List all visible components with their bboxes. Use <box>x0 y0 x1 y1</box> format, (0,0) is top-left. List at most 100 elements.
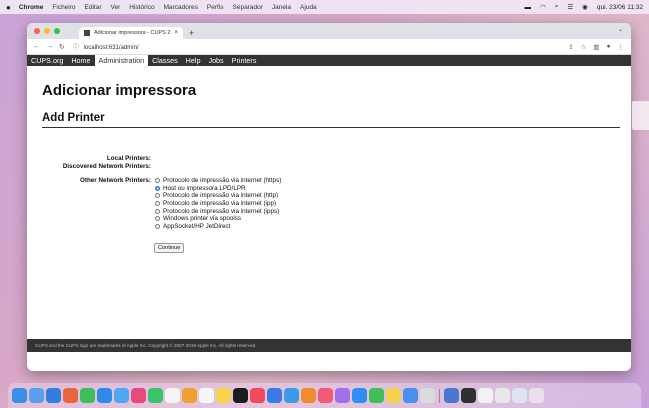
app-store-icon[interactable] <box>352 388 367 403</box>
browser-tab[interactable]: Adicionar impressora - CUPS 2. × <box>79 27 183 39</box>
menu-ver[interactable]: Ver <box>111 4 121 11</box>
charts-icon[interactable] <box>369 388 384 403</box>
option-lpd[interactable]: Host ou impressora LPD/LPR <box>155 185 281 193</box>
option-ipp[interactable]: Protocolo de impressão via internet (ipp… <box>155 200 281 208</box>
option-https[interactable]: Protocolo de impressão via internet (htt… <box>155 177 281 185</box>
radio-button[interactable] <box>155 178 160 184</box>
dock <box>8 383 641 408</box>
menu-ficheiro[interactable]: Ficheiro <box>52 4 75 11</box>
forward-icon[interactable]: → <box>46 43 53 51</box>
control-center-icon[interactable]: ☰ <box>567 3 573 11</box>
option-label: Protocolo de impressão via internet (htt… <box>163 177 282 185</box>
radio-button[interactable] <box>155 208 160 214</box>
keynote-icon[interactable] <box>267 388 282 403</box>
reminders-icon[interactable] <box>199 388 214 403</box>
tab-close-icon[interactable]: × <box>174 30 178 36</box>
radio-button[interactable] <box>155 193 160 199</box>
sidebar-icon[interactable]: ▥ <box>593 43 599 51</box>
menu-historico[interactable]: Histórico <box>129 4 154 11</box>
profile-icon[interactable]: ● <box>607 43 611 51</box>
menu-perfis[interactable]: Perfis <box>207 4 224 11</box>
pages-icon[interactable] <box>301 388 316 403</box>
zoom-window-button[interactable] <box>54 28 60 34</box>
page-title: Adicionar impressora <box>42 82 197 99</box>
photos-icon[interactable] <box>131 388 146 403</box>
back-icon[interactable]: ← <box>33 43 40 51</box>
contacts-icon[interactable] <box>182 388 197 403</box>
menu-clock[interactable]: qui. 23/06 11:32 <box>597 4 643 11</box>
maps-icon[interactable] <box>114 388 129 403</box>
terminal-icon[interactable] <box>461 388 476 403</box>
pencil-icon[interactable] <box>386 388 401 403</box>
mail-icon[interactable] <box>97 388 112 403</box>
radio-button[interactable] <box>155 223 160 229</box>
divider <box>42 127 620 128</box>
menu-marcadores[interactable]: Marcadores <box>164 4 198 11</box>
spotlight-icon[interactable]: ⌕ <box>555 3 559 11</box>
menu-separador[interactable]: Separador <box>233 4 263 11</box>
downloads-icon[interactable] <box>495 388 510 403</box>
share-icon[interactable]: ⇪ <box>568 43 573 51</box>
trash-icon[interactable] <box>529 388 544 403</box>
menu-ajuda[interactable]: Ajuda <box>300 4 317 11</box>
siri-icon[interactable]: ◉ <box>582 3 588 11</box>
chrome-icon[interactable] <box>420 388 435 403</box>
nav-help[interactable]: Help <box>182 55 205 66</box>
tab-search-chevron-icon[interactable]: ⌄ <box>618 26 623 33</box>
facetime-icon[interactable] <box>148 388 163 403</box>
site-info-icon[interactable]: ⓘ <box>73 45 79 51</box>
messages-icon[interactable] <box>80 388 95 403</box>
music-icon[interactable] <box>250 388 265 403</box>
browser-window: Adicionar impressora - CUPS 2. × + ⌄ ← →… <box>27 23 631 371</box>
minimize-window-button[interactable] <box>44 28 50 34</box>
tab-title: Adicionar impressora - CUPS 2. <box>94 30 172 36</box>
page-footer: CUPS and the CUPS logo are trademarks of… <box>27 339 631 352</box>
finder-icon[interactable] <box>12 388 27 403</box>
option-spoolss[interactable]: Windows printer via spoolss <box>155 215 281 223</box>
radio-button[interactable] <box>155 201 160 207</box>
nav-classes[interactable]: Classes <box>148 55 182 66</box>
dock-separator <box>439 388 440 403</box>
menu-editar[interactable]: Editar <box>85 4 102 11</box>
nav-cups-org[interactable]: CUPS.org <box>27 55 67 66</box>
menu-app-name[interactable]: Chrome <box>19 4 44 11</box>
more-menu-icon[interactable]: ⋮ <box>618 43 625 51</box>
calendar-icon[interactable] <box>165 388 180 403</box>
url-field[interactable]: ⓘ localhost:631/admin/ <box>73 42 568 51</box>
option-appsocket[interactable]: AppSocket/HP JetDirect <box>155 223 281 231</box>
nav-printers[interactable]: Printers <box>228 55 261 66</box>
option-ipps[interactable]: Protocolo de impressão via internet (ipp… <box>155 207 281 215</box>
nav-home[interactable]: Home <box>67 55 94 66</box>
option-http[interactable]: Protocolo de impressão via internet (htt… <box>155 192 281 200</box>
nav-jobs[interactable]: Jobs <box>204 55 227 66</box>
radio-button[interactable] <box>155 216 160 222</box>
itunes-icon[interactable] <box>318 388 333 403</box>
desktop-widget[interactable] <box>632 101 649 130</box>
window-icon[interactable] <box>512 388 527 403</box>
reload-icon[interactable]: ↻ <box>59 43 65 51</box>
radio-button-selected[interactable] <box>155 185 160 191</box>
wifi-icon[interactable]: ◠ <box>540 3 546 11</box>
address-bar: ← → ↻ ⓘ localhost:631/admin/ ⇪ ☆ ▥ ● ⋮ <box>27 39 631 55</box>
continue-button[interactable]: Continue <box>154 243 185 253</box>
bookmark-star-icon[interactable]: ☆ <box>581 43 587 51</box>
preview-icon[interactable] <box>444 388 459 403</box>
apple-icon[interactable]: ● <box>6 3 11 12</box>
podcasts-icon[interactable] <box>335 388 350 403</box>
battery-icon[interactable]: ▬ <box>525 4 532 11</box>
menu-janela[interactable]: Janela <box>272 4 291 11</box>
cups-nav: CUPS.org Home Administration Classes Hel… <box>27 55 631 66</box>
numbers-icon[interactable] <box>284 388 299 403</box>
safari-icon[interactable] <box>46 388 61 403</box>
launchpad-icon[interactable] <box>29 388 44 403</box>
section-title: Add Printer <box>42 112 105 124</box>
firefox-icon[interactable] <box>63 388 78 403</box>
notes-icon[interactable] <box>216 388 231 403</box>
local-printers-label: Local Printers: <box>106 155 151 162</box>
nav-administration[interactable]: Administration <box>94 55 149 66</box>
new-tab-button[interactable]: + <box>189 27 194 39</box>
assistant-icon[interactable] <box>403 388 418 403</box>
close-window-button[interactable] <box>34 28 40 34</box>
document-icon[interactable] <box>478 388 493 403</box>
tv-icon[interactable] <box>233 388 248 403</box>
